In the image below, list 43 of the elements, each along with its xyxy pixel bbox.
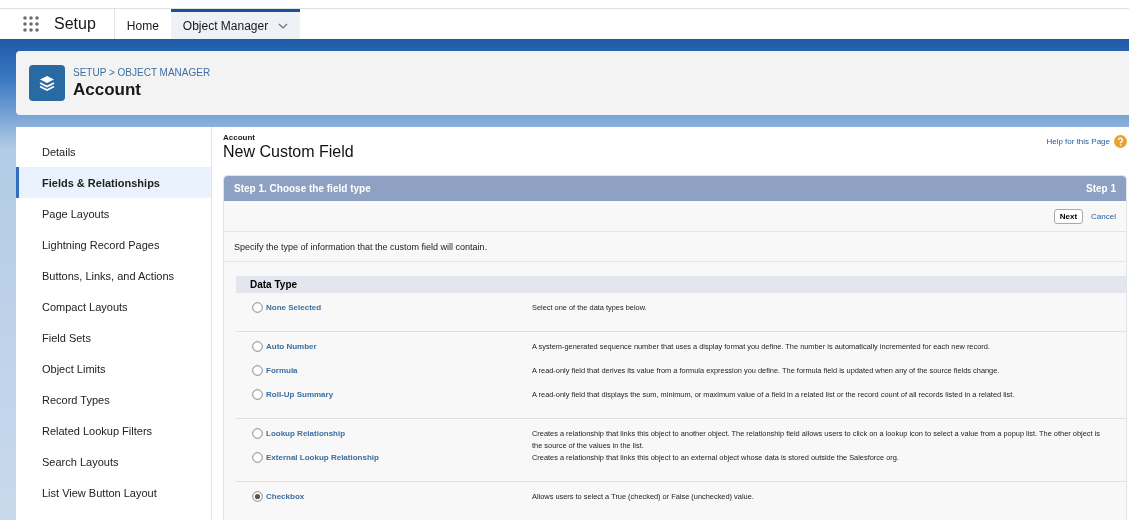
radio-button[interactable] [252, 302, 263, 313]
sidebar-item[interactable]: Object Limits [16, 353, 211, 384]
cancel-link[interactable]: Cancel [1091, 211, 1116, 221]
radio-button[interactable] [252, 452, 263, 463]
sidebar-item[interactable]: Search Layouts [16, 446, 211, 477]
field-type-option[interactable]: Checkbox [236, 491, 532, 502]
section-header: Data Type [236, 276, 1126, 293]
object-title: Account [73, 79, 142, 100]
nav-tab[interactable]: Home [114, 9, 171, 39]
radio-button[interactable] [252, 491, 263, 502]
help-icon[interactable] [1114, 135, 1127, 148]
sidebar-item[interactable]: Compact Layouts [16, 291, 211, 322]
app-launcher-icon[interactable] [22, 15, 40, 33]
next-button[interactable]: Next [1053, 208, 1084, 224]
instructions: Specify the type of information that the custom field will contain. [224, 232, 1126, 262]
layers-icon [29, 65, 65, 101]
sidebar-item[interactable]: Details [16, 136, 211, 167]
chevron-down-icon[interactable] [278, 22, 289, 29]
object-label: Account [223, 133, 256, 142]
nav-tab[interactable]: Object Manager [170, 9, 301, 39]
radio-button[interactable] [252, 365, 263, 376]
field-type-option[interactable]: Auto Number [236, 341, 532, 352]
sidebar-item[interactable]: Page Layouts [16, 198, 211, 229]
field-type-option[interactable]: Lookup Relationship [236, 428, 532, 439]
field-type-option[interactable]: Formula [236, 365, 532, 376]
page-title: New Custom Field [223, 143, 354, 161]
radio-button[interactable] [252, 389, 263, 400]
field-type-option[interactable]: External Lookup Relationship [236, 452, 532, 463]
sidebar-item[interactable]: Record Types [16, 384, 211, 415]
sidebar-item[interactable]: Buttons, Links, and Actions [16, 260, 211, 291]
field-type-option[interactable]: None Selected [236, 302, 532, 313]
help-link[interactable]: Help for this Page [1046, 133, 1127, 148]
sidebar-item[interactable]: List View Button Layout [16, 477, 211, 508]
radio-button[interactable] [252, 428, 263, 439]
sidebar-item[interactable]: Field Sets [16, 322, 211, 353]
radio-button[interactable] [252, 341, 263, 352]
sidebar-item[interactable]: Fields & Relationships [16, 167, 211, 198]
breadcrumb: SETUP > OBJECT MANAGER [73, 66, 211, 78]
field-type-option[interactable]: Roll-Up Summary [236, 389, 532, 400]
sidebar-item[interactable]: Lightning Record Pages [16, 229, 211, 260]
step-label: Step 1 [1086, 183, 1116, 194]
sidebar-item[interactable]: Related Lookup Filters [16, 415, 211, 446]
step-title: Step 1. Choose the field type [234, 183, 371, 194]
